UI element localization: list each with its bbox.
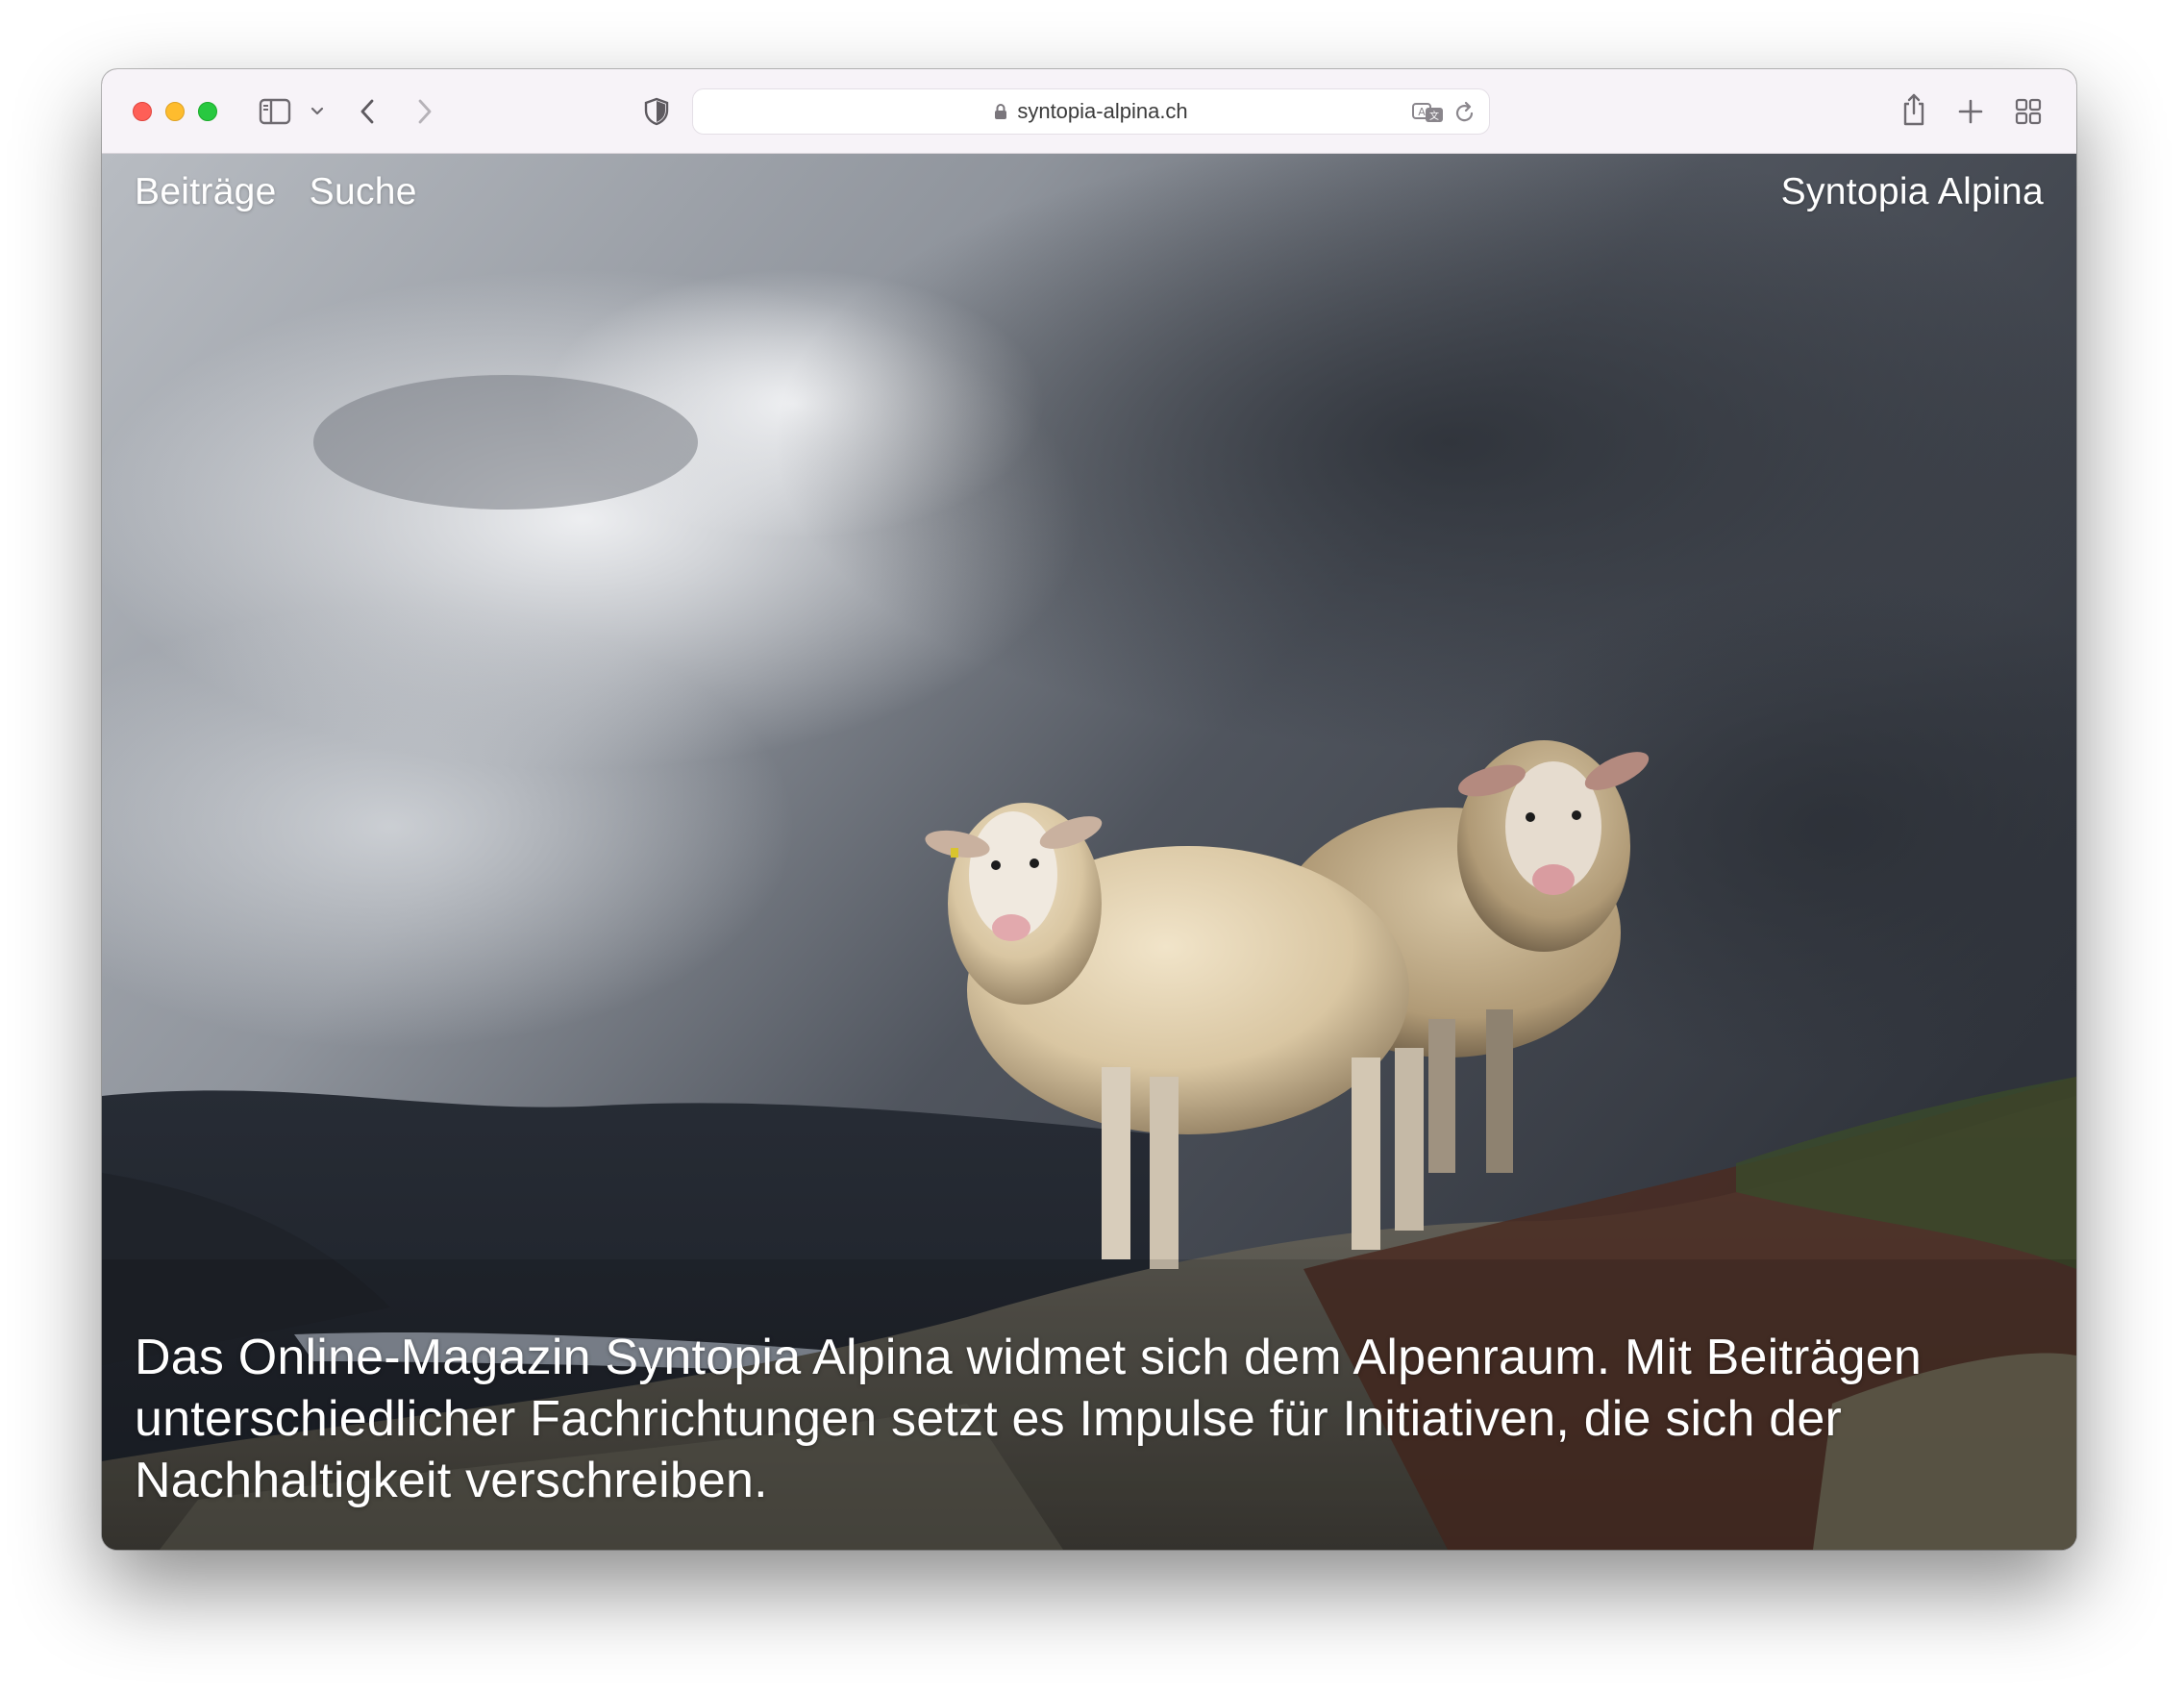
shield-icon[interactable]	[640, 94, 673, 129]
address-bar[interactable]: syntopia-alpina.ch A文	[692, 88, 1490, 135]
chevron-down-icon[interactable]	[308, 98, 327, 125]
reload-icon[interactable]	[1454, 101, 1476, 130]
new-tab-icon[interactable]	[1955, 96, 1986, 127]
close-window-button[interactable]	[133, 102, 152, 121]
forward-icon[interactable]	[411, 94, 438, 129]
browser-window: syntopia-alpina.ch A文 Beiträge Suche Syn…	[102, 69, 2076, 1550]
translate-icon[interactable]: A文	[1412, 101, 1445, 130]
intro-text: Das Online-Magazin Syntopia Alpina widme…	[135, 1330, 1923, 1508]
site-brand-link[interactable]: Syntopia Alpina	[1781, 171, 2044, 213]
nav-link-suche[interactable]: Suche	[310, 171, 417, 213]
back-icon[interactable]	[354, 94, 381, 129]
tab-overview-icon[interactable]	[2013, 96, 2044, 127]
site-nav: Beiträge Suche	[135, 171, 417, 213]
share-icon[interactable]	[1899, 88, 1928, 131]
lock-icon	[994, 103, 1007, 120]
url-text: syntopia-alpina.ch	[1017, 99, 1188, 123]
web-page: Beiträge Suche Syntopia Alpina Das Onlin…	[102, 154, 2076, 1550]
svg-text:文: 文	[1429, 110, 1439, 122]
zoom-window-button[interactable]	[198, 102, 217, 121]
browser-toolbar: syntopia-alpina.ch A文	[102, 69, 2076, 154]
nav-link-beitraege[interactable]: Beiträge	[135, 171, 277, 213]
sidebar-icon[interactable]	[258, 94, 292, 129]
minimize-window-button[interactable]	[165, 102, 185, 121]
svg-text:A: A	[1418, 106, 1426, 118]
